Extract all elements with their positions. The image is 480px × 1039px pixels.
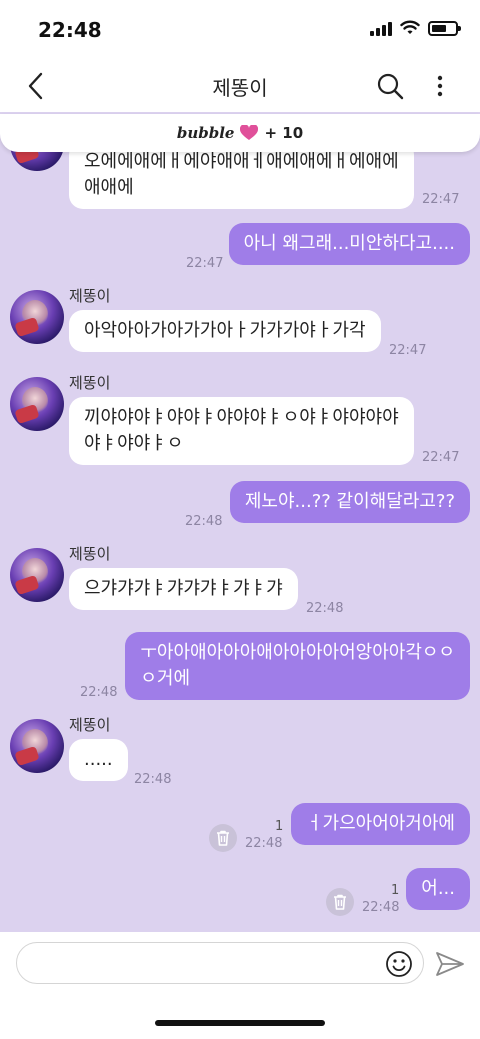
- received-message[interactable]: 아악아아가아가가아ㅏ가가가야ㅏ가각: [69, 310, 381, 352]
- message-time: 22:48: [80, 685, 118, 700]
- send-icon[interactable]: [434, 948, 466, 980]
- message-input-container[interactable]: [16, 942, 424, 984]
- bubble-brand: bubble: [176, 124, 235, 142]
- unread-count: 1: [391, 883, 400, 898]
- search-icon: [377, 73, 404, 100]
- chat-header: 제똥이: [0, 60, 480, 112]
- message-input-bar: [0, 932, 480, 1039]
- message-time: 22:48: [245, 836, 283, 851]
- message-time: 22:47: [422, 450, 460, 465]
- received-message[interactable]: 으갸갸갸ㅑ갸갸갸ㅑ갸ㅑ갸: [69, 568, 298, 610]
- avatar[interactable]: [10, 377, 64, 431]
- more-vertical-icon: [437, 75, 443, 97]
- wifi-icon: [400, 20, 420, 34]
- message-time: 22:48: [362, 900, 400, 915]
- unread-count: 1: [275, 819, 284, 834]
- cellular-signal-icon: [370, 20, 392, 36]
- message-time: 22:48: [134, 772, 172, 787]
- trash-icon: [334, 894, 346, 910]
- sent-message[interactable]: 어...: [406, 868, 470, 910]
- status-icons: [370, 20, 461, 36]
- sent-message[interactable]: 아니 왜그래...미안하다고....: [228, 223, 470, 265]
- avatar[interactable]: [10, 548, 64, 602]
- message-input[interactable]: [31, 943, 381, 983]
- received-message[interactable]: 끼야야야ㅑ야야ㅑ야야야ㅑㅇ야ㅑ야야야야 야ㅑ야야ㅑㅇ: [69, 397, 414, 465]
- message-time: 22:47: [422, 192, 460, 207]
- home-indicator: [155, 1020, 325, 1026]
- smiley-icon[interactable]: [385, 950, 413, 978]
- message-time: 22:48: [185, 514, 223, 529]
- received-message[interactable]: .....: [69, 739, 128, 781]
- sender-name: 제똥이: [69, 374, 111, 392]
- sender-name: 제똥이: [69, 545, 111, 563]
- heart-icon: [240, 125, 259, 140]
- bubble-count: + 10: [264, 124, 304, 142]
- sent-message[interactable]: ㅜ아아애아아아애아아아아어앙아아각ㅇㅇ ㅇ거에: [125, 632, 470, 700]
- message-time: 22:47: [389, 343, 427, 358]
- bubble-banner[interactable]: bubble + 10: [0, 114, 480, 152]
- trash-icon: [217, 830, 229, 846]
- sent-message[interactable]: 제노야...?? 같이해달라고??: [229, 481, 470, 523]
- message-time: 22:48: [306, 601, 344, 616]
- chat-messages-area[interactable]: bubble + 10 오에에애에ㅐ에야애애ㅔ애에애에ㅐ에애에 애애에 22:4…: [0, 112, 480, 932]
- search-button[interactable]: [372, 68, 408, 104]
- more-options-button[interactable]: [426, 68, 454, 104]
- message-time: 22:47: [186, 256, 224, 271]
- sender-name: 제똥이: [69, 287, 111, 305]
- chat-title: 제똥이: [212, 76, 268, 100]
- battery-icon: [428, 20, 461, 36]
- status-time: 22:48: [38, 18, 102, 42]
- delete-message-button[interactable]: [209, 824, 237, 852]
- avatar[interactable]: [10, 719, 64, 773]
- sent-message[interactable]: ㅓ가으아어아거아에: [290, 803, 470, 845]
- status-bar: 22:48: [0, 0, 480, 60]
- delete-message-button[interactable]: [326, 888, 354, 916]
- sender-name: 제똥이: [69, 716, 111, 734]
- avatar[interactable]: [10, 290, 64, 344]
